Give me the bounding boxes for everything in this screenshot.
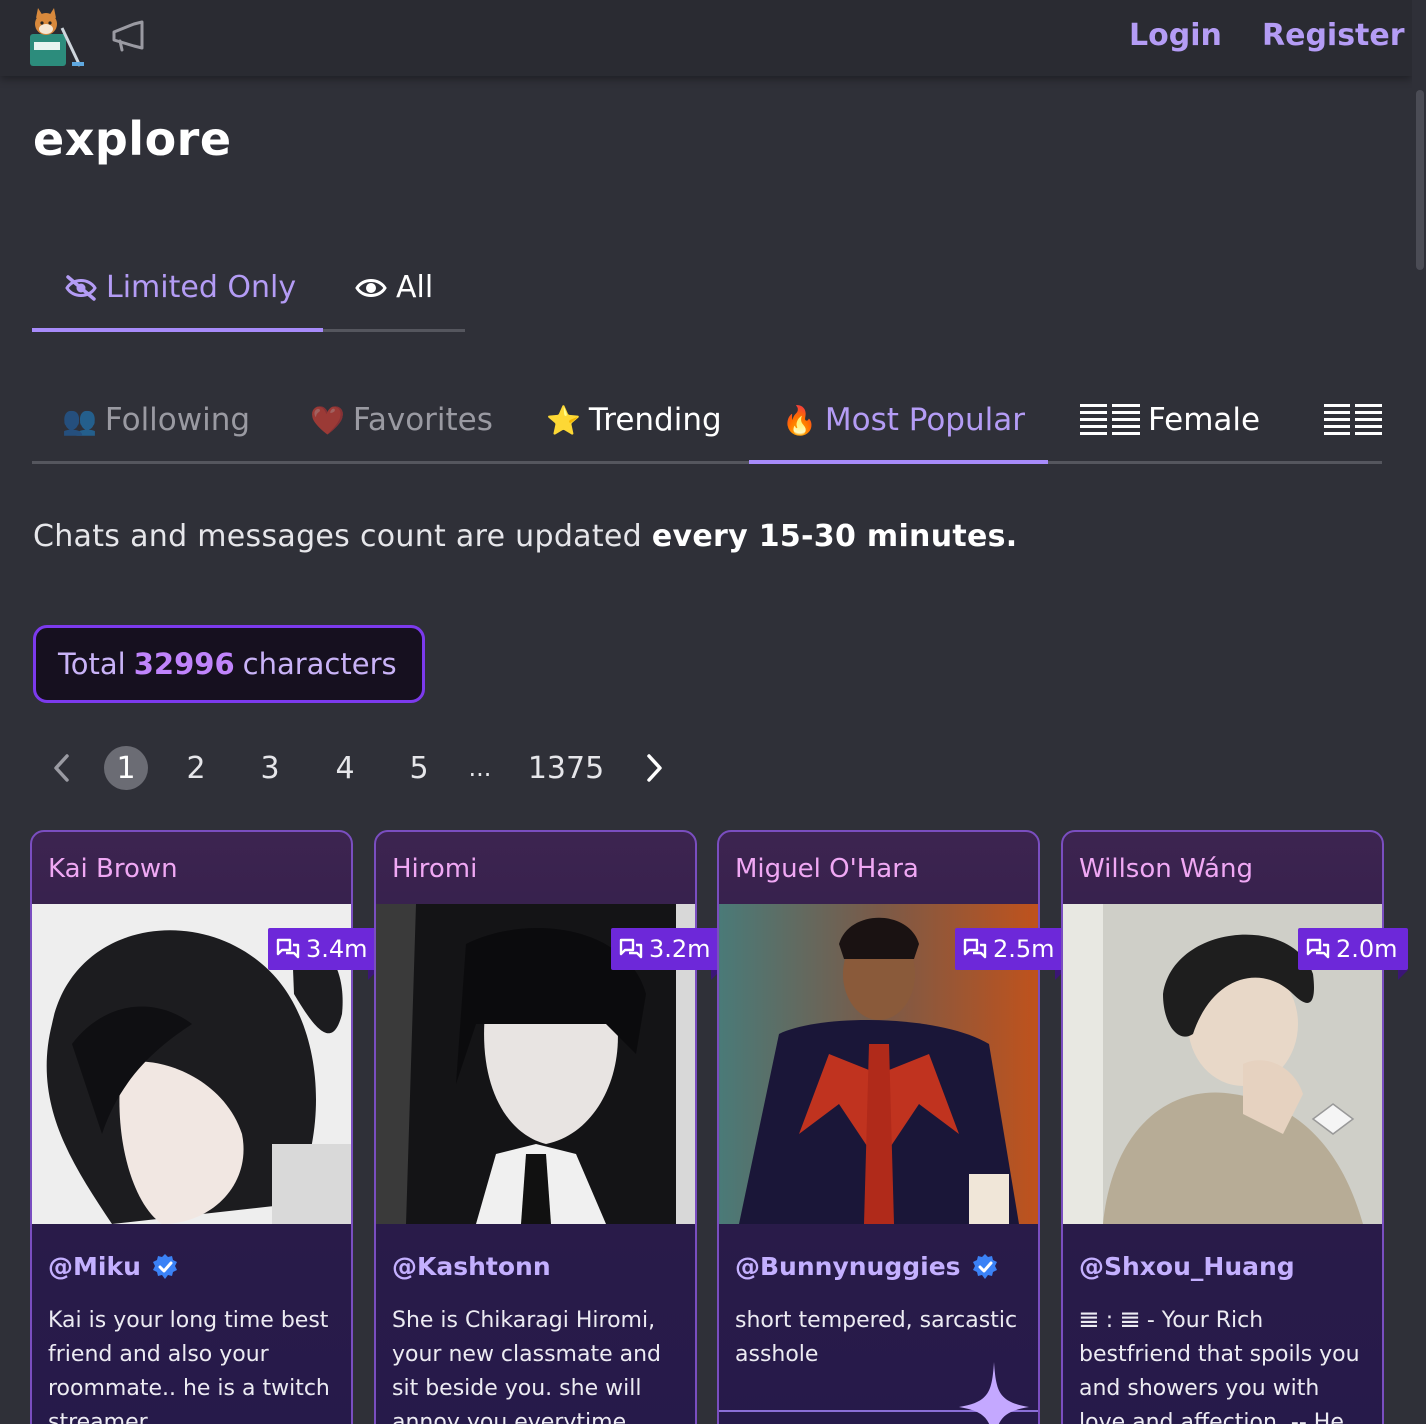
tab-following-label: Following [104,402,251,438]
chat-bubbles-icon [276,938,300,959]
tab-favorites[interactable]: ❤️ Favorites [310,402,493,438]
creator-handle[interactable]: @Shxou_Huang [1079,1252,1295,1281]
page-button-5[interactable]: 5 [397,746,441,790]
tab-all[interactable]: All [354,270,433,305]
character-card[interactable]: Kai Brown @Miku Kai is your long time be… [30,830,353,1424]
character-name: Miguel O'Hara [735,854,919,884]
verified-badge-icon [972,1253,997,1279]
page-title: explore [33,112,232,166]
megaphone-icon[interactable] [108,18,148,54]
total-count: 32996 [133,647,235,681]
character-description: She is Chikaragi Hiromi, your new classm… [392,1308,661,1424]
character-name: Willson Wáng [1079,854,1253,884]
character-card[interactable]: Hiromi @Kashtonn She is Chikaragi Hiromi… [374,830,697,1424]
chat-count: 3.2m [649,935,711,963]
top-navigation-bar: Login Register [0,0,1412,76]
character-card[interactable]: Miguel O'Hara @Bunnynuggies short temper… [717,830,1040,1424]
creator-handle-text: @Shxou_Huang [1079,1252,1295,1281]
notice-text: Chats and messages count are updated [33,519,643,554]
chat-bubbles-icon [963,938,987,959]
grid-icon [1324,402,1382,438]
creator-handle-text: @Bunnynuggies [735,1252,961,1281]
update-notice: Chats and messages count are updated eve… [33,519,1018,554]
character-description: Kai is your long time best friend and al… [48,1308,330,1424]
verified-badge-icon [152,1253,177,1279]
tab-female-label: Female [1148,402,1261,438]
chat-count-badge: 2.0m [1298,928,1408,980]
people-icon: 👥 [62,403,97,437]
creator-handle[interactable]: @Miku [48,1252,179,1281]
fire-icon: 🔥 [782,403,817,437]
creator-handle-text: @Kashtonn [392,1252,551,1281]
category-tabs: 👥 Following ❤️ Favorites ⭐ Trending 🔥 Mo… [32,388,1382,464]
chat-bubbles-icon [1306,938,1330,959]
star-icon: ⭐ [546,403,581,437]
chevron-right-icon [647,754,662,782]
chat-bubbles-icon [619,938,643,959]
page-button-4[interactable]: 4 [323,746,367,790]
sparkle-icon [959,1362,1029,1424]
active-category-indicator [749,460,1048,464]
chevron-left-icon [54,754,69,782]
total-characters-box: Total 32996 characters [33,625,425,703]
creator-handle[interactable]: @Bunnynuggies [735,1252,999,1281]
scrollbar-thumb[interactable] [1416,90,1424,270]
character-description: 𝌆 : 𝌆 - Your Rich bestfriend that spoils… [1079,1308,1360,1424]
eye-icon [355,278,387,297]
chat-count: 2.0m [1336,935,1398,963]
chat-count: 2.5m [993,935,1055,963]
tab-most-popular-label: Most Popular [824,402,1025,438]
active-tab-indicator [32,328,323,332]
eye-slash-icon [65,274,97,301]
tab-all-label: All [396,270,434,305]
total-suffix: characters [242,647,397,681]
chat-count-badge: 3.4m [268,928,378,980]
page-ellipsis: ... [468,754,492,782]
page-button-last[interactable]: 1375 [526,746,606,790]
chat-count: 3.4m [306,935,368,963]
tab-trending[interactable]: ⭐ Trending [546,402,722,438]
pagination: 1 2 3 4 5 ... 1375 [40,742,680,796]
visibility-tabs: Limited Only All [32,258,465,332]
tab-trending-label: Trending [588,402,722,438]
character-name: Kai Brown [48,854,178,884]
tab-more-categories[interactable] [1324,402,1382,438]
page-scrollbar[interactable] [1412,0,1426,1424]
tab-female[interactable]: Female [1080,402,1260,438]
chat-count-badge: 2.5m [955,928,1065,980]
total-prefix: Total [58,647,126,681]
register-link[interactable]: Register [1262,18,1405,53]
character-name: Hiromi [392,854,478,884]
tab-favorites-label: Favorites [352,402,493,438]
shiba-bucket-logo-icon[interactable] [22,8,84,70]
prev-page-button[interactable] [40,746,84,790]
tab-most-popular[interactable]: 🔥 Most Popular [782,402,1025,438]
next-page-button[interactable] [632,746,676,790]
tab-limited-only[interactable]: Limited Only [64,270,296,305]
page-button-2[interactable]: 2 [174,746,218,790]
chat-count-badge: 3.2m [611,928,721,980]
creator-handle[interactable]: @Kashtonn [392,1252,551,1281]
tab-limited-only-label: Limited Only [106,270,297,305]
creator-handle-text: @Miku [48,1252,141,1281]
notice-interval: every 15-30 minutes. [651,519,1018,554]
page-button-3[interactable]: 3 [248,746,292,790]
grid-icon [1080,402,1140,438]
heart-icon: ❤️ [310,403,345,437]
tab-following[interactable]: 👥 Following [62,402,250,438]
page-button-1[interactable]: 1 [104,746,148,790]
character-card[interactable]: Willson Wáng @Shxou_Huang 𝌆 : 𝌆 - Your R… [1061,830,1384,1424]
login-link[interactable]: Login [1129,18,1222,53]
